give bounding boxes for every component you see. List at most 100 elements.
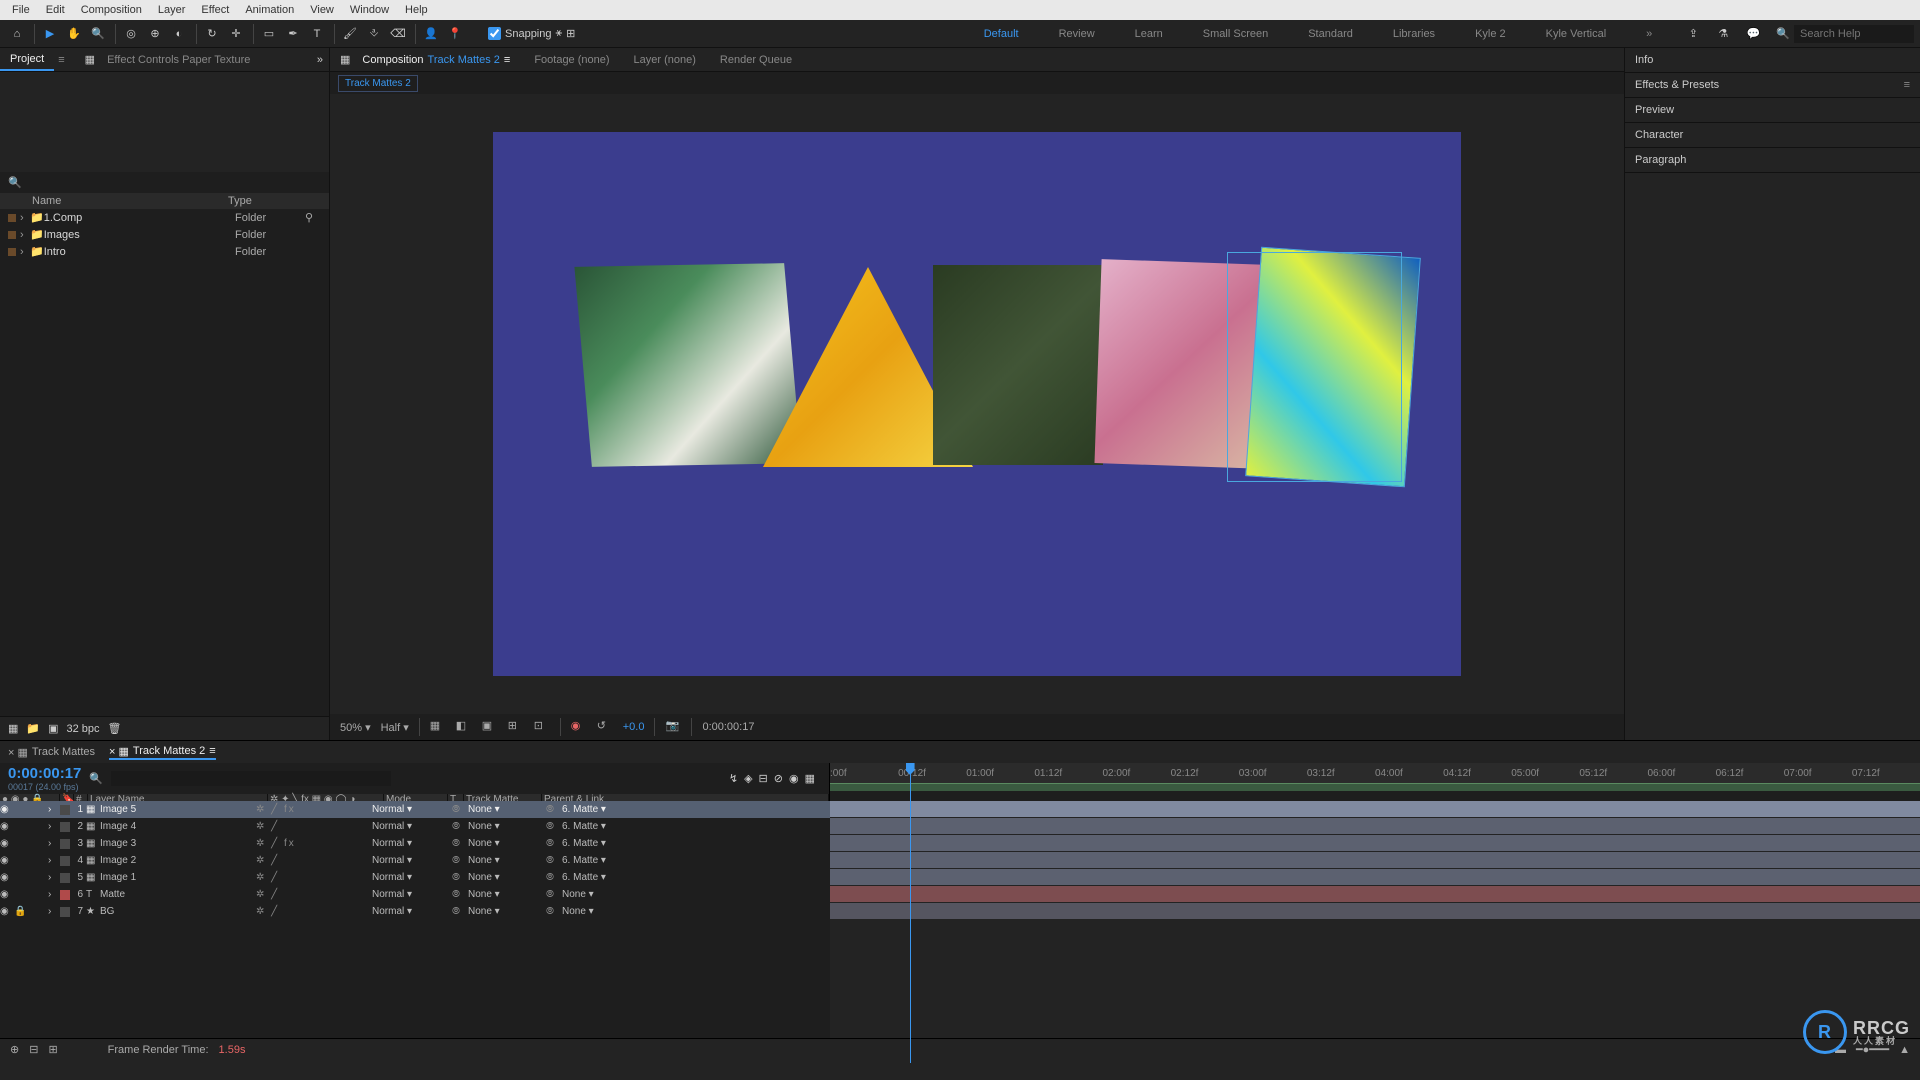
twirl-icon[interactable]: ›	[48, 855, 60, 866]
project-item[interactable]: › 📁 Images Folder	[0, 226, 329, 243]
layer-track-bar[interactable]	[830, 852, 1920, 869]
rotate-tool-icon[interactable]: ↻	[201, 23, 223, 45]
col-name[interactable]: Name	[8, 195, 228, 207]
layer-switches[interactable]: ✲ ╱ fx	[256, 838, 372, 849]
workspace-standard[interactable]: Standard	[1308, 28, 1353, 40]
layer-track-bar[interactable]	[830, 818, 1920, 835]
layer-switches[interactable]: ✲ ╱ fx	[256, 804, 372, 815]
image-3-preview[interactable]	[933, 265, 1103, 465]
pan-camera-tool-icon[interactable]: ⊕	[144, 23, 166, 45]
status-timecode[interactable]: 0:00:00:17	[702, 721, 754, 733]
parent-pickwhip-icon[interactable]: ⦾	[546, 906, 562, 917]
blend-mode-dropdown[interactable]: Normal ▾	[372, 889, 436, 900]
twirl-icon[interactable]: ›	[20, 229, 30, 241]
image-1-preview[interactable]	[574, 263, 801, 467]
eraser-tool-icon[interactable]: ⌫	[387, 23, 409, 45]
render-queue-tab[interactable]: Render Queue	[708, 50, 804, 70]
composition-viewer[interactable]	[330, 94, 1624, 714]
project-rows[interactable]: › 📁 1.Comp Folder ⚲ › 📁 Images Folder › …	[0, 209, 329, 716]
workspace-kyle-vertical[interactable]: Kyle Vertical	[1546, 28, 1607, 40]
layer-row[interactable]: ◉ › 6 T Matte ✲ ╱ Normal ▾ ⦾ None ▾ ⦾ No…	[0, 886, 830, 903]
blend-mode-dropdown[interactable]: Normal ▾	[372, 872, 436, 883]
track-matte-pickwhip-icon[interactable]: ⦾	[452, 838, 468, 849]
exposure-value[interactable]: +0.0	[623, 721, 645, 733]
motion-blur-icon[interactable]: ◉	[789, 772, 799, 785]
col-type[interactable]: Type	[228, 195, 252, 207]
chat-icon[interactable]: 💬	[1742, 23, 1764, 45]
project-tab[interactable]: Project	[0, 49, 54, 71]
frame-blend-icon[interactable]: ⊘	[774, 772, 783, 785]
layer-track-bar[interactable]	[830, 801, 1920, 818]
paragraph-panel-header[interactable]: Paragraph	[1625, 148, 1920, 173]
parent-pickwhip-icon[interactable]: ⦾	[546, 855, 562, 866]
visibility-toggle-icon[interactable]: ◉	[0, 889, 14, 900]
parent-dropdown[interactable]: None ▾	[562, 889, 830, 900]
zoom-tool-icon[interactable]: 🔍	[87, 23, 109, 45]
shy-toggle-icon[interactable]: ⊟	[759, 772, 768, 785]
anchor-tool-icon[interactable]: ✛	[225, 23, 247, 45]
rectangle-tool-icon[interactable]: ▭	[258, 23, 280, 45]
visibility-toggle-icon[interactable]: ◉	[0, 804, 14, 815]
share-icon[interactable]: ⚲	[305, 211, 325, 224]
visibility-toggle-icon[interactable]: ◉	[0, 821, 14, 832]
track-matte-pickwhip-icon[interactable]: ⦾	[452, 872, 468, 883]
layer-name[interactable]: Image 4	[100, 821, 256, 832]
lock-toggle-icon[interactable]: 🔒	[14, 906, 48, 917]
guides-icon[interactable]: ⊡	[534, 719, 550, 735]
label-swatch[interactable]	[60, 907, 70, 917]
track-matte-dropdown[interactable]: None ▾	[468, 872, 546, 883]
interpret-icon[interactable]: ▦	[8, 722, 18, 735]
layer-name[interactable]: Image 1	[100, 872, 256, 883]
workspace-kyle2[interactable]: Kyle 2	[1475, 28, 1506, 40]
zoom-dropdown[interactable]: 50% ▾	[340, 721, 371, 734]
visibility-toggle-icon[interactable]: ◉	[0, 838, 14, 849]
menu-help[interactable]: Help	[397, 2, 436, 18]
track-matte-dropdown[interactable]: None ▾	[468, 838, 546, 849]
toggle-in-out-icon[interactable]: ⊞	[48, 1043, 57, 1056]
menu-view[interactable]: View	[302, 2, 342, 18]
timeline-search-icon[interactable]: 🔍	[89, 772, 103, 785]
puppet-tool-icon[interactable]: 📍	[444, 23, 466, 45]
layer-track-bar[interactable]	[830, 835, 1920, 852]
parent-pickwhip-icon[interactable]: ⦾	[546, 804, 562, 815]
layer-switches[interactable]: ✲ ╱	[256, 889, 372, 900]
pen-tool-icon[interactable]: ✒	[282, 23, 304, 45]
label-swatch[interactable]	[60, 856, 70, 866]
effect-controls-tab[interactable]: Effect Controls Paper Texture	[97, 50, 260, 70]
blend-mode-dropdown[interactable]: Normal ▾	[372, 804, 436, 815]
workspace-more-icon[interactable]: »	[1646, 28, 1652, 40]
layer-row[interactable]: ◉ 🔒 › 7 ★ BG ✲ ╱ Normal ▾ ⦾ None ▾ ⦾ Non…	[0, 903, 830, 920]
workspace-libraries[interactable]: Libraries	[1393, 28, 1435, 40]
track-matte-dropdown[interactable]: None ▾	[468, 889, 546, 900]
layer-tab[interactable]: Layer (none)	[622, 50, 708, 70]
footage-tab[interactable]: Footage (none)	[522, 50, 621, 70]
track-matte-dropdown[interactable]: None ▾	[468, 821, 546, 832]
snap-opt-icon[interactable]: ⚹	[556, 27, 563, 40]
layer-name[interactable]: BG	[100, 906, 256, 917]
panel-menu-icon[interactable]: ≡	[1904, 79, 1910, 91]
layer-name[interactable]: Matte	[100, 889, 256, 900]
timeline-tab-2[interactable]: × ▦ Track Mattes 2 ≡	[109, 745, 216, 760]
menu-window[interactable]: Window	[342, 2, 397, 18]
visibility-toggle-icon[interactable]: ◉	[0, 872, 14, 883]
parent-dropdown[interactable]: 6. Matte ▾	[562, 804, 830, 815]
new-folder-icon[interactable]: 📁	[26, 722, 40, 735]
share-icon[interactable]: ⇪	[1682, 23, 1704, 45]
layer-switches[interactable]: ✲ ╱	[256, 906, 372, 917]
project-search-icon[interactable]: 🔍	[8, 177, 22, 189]
track-matte-pickwhip-icon[interactable]: ⦾	[452, 821, 468, 832]
timeline-tab-1[interactable]: × ▦ Track Mattes	[8, 746, 95, 759]
graph-editor-icon[interactable]: ▦	[805, 772, 815, 785]
toggle-switches-icon[interactable]: ⊕	[10, 1043, 19, 1056]
layer-switches[interactable]: ✲ ╱	[256, 872, 372, 883]
menu-file[interactable]: File	[4, 2, 38, 18]
resolution-dropdown[interactable]: Half ▾	[381, 721, 409, 734]
twirl-icon[interactable]: ›	[48, 906, 60, 917]
layer-track-bar[interactable]	[830, 869, 1920, 886]
trash-icon[interactable]: 🗑	[108, 722, 122, 735]
transparency-grid-icon[interactable]: ▦	[430, 719, 446, 735]
parent-dropdown[interactable]: 6. Matte ▾	[562, 855, 830, 866]
parent-pickwhip-icon[interactable]: ⦾	[546, 872, 562, 883]
character-panel-header[interactable]: Character	[1625, 123, 1920, 148]
panel-overflow-icon[interactable]: »	[317, 54, 323, 66]
